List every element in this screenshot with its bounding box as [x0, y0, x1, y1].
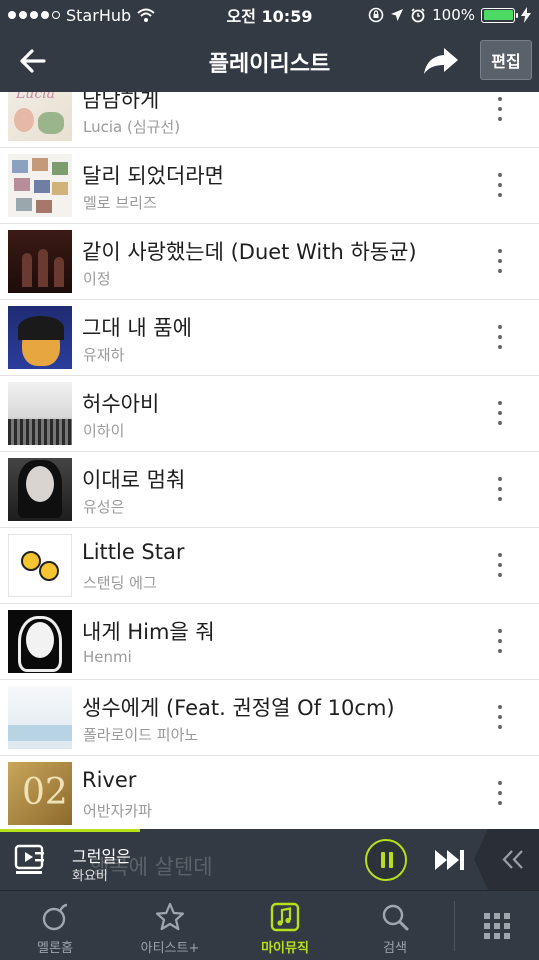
tab-label: 멜론홈: [37, 941, 73, 956]
album-art-text: Lucia: [16, 92, 55, 102]
song-row[interactable]: Little Star 스탠딩 에그: [0, 528, 539, 604]
rotation-lock-icon: [368, 7, 384, 23]
wifi-icon: [137, 8, 155, 22]
double-chevron-left-icon: [502, 850, 523, 869]
song-artist: 멜로 브리즈: [83, 194, 157, 212]
star-icon: [155, 902, 185, 931]
song-title: 내게 Him을 줘: [82, 620, 215, 644]
battery-percent: 100%: [432, 6, 475, 24]
playback-progress: [0, 829, 141, 832]
album-art: [8, 534, 72, 597]
song-title: 허수아비: [82, 392, 160, 416]
search-icon: [382, 904, 409, 931]
arrow-left-icon: [20, 49, 46, 73]
more-options-icon[interactable]: [488, 550, 512, 580]
album-art: [8, 230, 72, 293]
back-button[interactable]: [14, 44, 54, 78]
song-row[interactable]: 같이 사랑했는데 (Duet With 하동균) 이정: [0, 224, 539, 300]
album-art: [8, 686, 72, 749]
location-arrow-icon: [391, 9, 404, 21]
collapse-player-button[interactable]: [474, 829, 539, 890]
navigation-bar: 플레이리스트 편집: [0, 30, 539, 92]
playlist[interactable]: Lucia 담담하게 Lucia (심규선) 달리 되었더라면 멜로 브리즈 같…: [0, 92, 539, 829]
song-artist: 폴라로이드 피아노: [83, 726, 199, 744]
share-arrow-icon: [424, 48, 458, 74]
song-row[interactable]: 달리 되었더라면 멜로 브리즈: [0, 148, 539, 224]
more-options-icon[interactable]: [488, 246, 512, 276]
album-art: [8, 610, 72, 673]
mini-player[interactable]: 행복에 살텐데 그런일은 화요비: [0, 829, 539, 890]
tab-label: 마이뮤직: [261, 941, 309, 956]
status-bar: StarHub 오전 10:59 100%: [0, 0, 539, 30]
song-artist: 유재하: [83, 346, 125, 364]
tab-artist-plus[interactable]: 아티스트+: [130, 891, 210, 960]
tab-my-music[interactable]: 마이뮤직: [250, 891, 320, 960]
now-playing-title: 그런일은: [72, 847, 131, 866]
song-title: 그대 내 품에: [82, 316, 192, 340]
album-art-text: 02: [22, 772, 68, 813]
song-row[interactable]: Lucia 담담하게 Lucia (심규선): [0, 92, 539, 148]
more-options-icon[interactable]: [488, 474, 512, 504]
album-art: [8, 154, 72, 217]
song-title: Little Star: [82, 540, 185, 564]
song-row[interactable]: 02 River 어반자카파: [0, 756, 539, 829]
tab-label: 검색: [383, 941, 407, 956]
more-options-icon[interactable]: [488, 94, 512, 124]
song-title: River: [82, 768, 137, 792]
playlist-content: Lucia 담담하게 Lucia (심규선) 달리 되었더라면 멜로 브리즈 같…: [0, 92, 539, 829]
tab-melon-home[interactable]: 멜론홈: [20, 891, 90, 960]
status-left: StarHub: [8, 6, 188, 25]
song-artist: 어반자카파: [83, 802, 153, 820]
album-art: [8, 382, 72, 445]
song-artist: 이하이: [83, 422, 125, 440]
song-row[interactable]: 이대로 멈춰 유성은: [0, 452, 539, 528]
tab-divider: [454, 901, 455, 951]
album-art: [8, 306, 72, 369]
more-options-icon[interactable]: [488, 702, 512, 732]
song-artist: 이정: [83, 270, 111, 288]
more-options-icon[interactable]: [488, 778, 512, 808]
menu-grid-icon[interactable]: [484, 913, 510, 939]
song-title: 생수에게 (Feat. 권정열 Of 10cm): [82, 696, 395, 720]
album-art: [8, 458, 72, 521]
share-button[interactable]: [420, 44, 462, 78]
charging-bolt-icon: [521, 7, 531, 23]
pause-button[interactable]: [365, 839, 407, 881]
next-track-button[interactable]: [432, 847, 468, 873]
more-options-icon[interactable]: [488, 322, 512, 352]
more-options-icon[interactable]: [488, 170, 512, 200]
edit-button[interactable]: 편집: [480, 40, 532, 80]
skip-next-icon: [435, 850, 464, 870]
tab-label: 아티스트+: [140, 941, 200, 956]
tab-search[interactable]: 검색: [360, 891, 430, 960]
more-options-icon[interactable]: [488, 398, 512, 428]
song-title: 담담하게: [82, 92, 160, 112]
song-row[interactable]: 그대 내 품에 유재하: [0, 300, 539, 376]
song-row[interactable]: 생수에게 (Feat. 권정열 Of 10cm) 폴라로이드 피아노: [0, 680, 539, 756]
album-art: Lucia: [8, 92, 72, 141]
tab-bar: 멜론홈 아티스트+ 마이뮤직 검색: [0, 890, 539, 960]
song-artist: 유성은: [83, 498, 125, 516]
album-art: 02: [8, 762, 72, 825]
more-options-icon[interactable]: [488, 626, 512, 656]
song-title: 달리 되었더라면: [82, 164, 224, 188]
playlist-toggle-button[interactable]: [14, 843, 48, 875]
melon-icon: [42, 903, 68, 931]
carrier-name: StarHub: [66, 5, 132, 25]
song-title: 이대로 멈춰: [82, 468, 186, 492]
song-artist: 스탠딩 에그: [83, 574, 157, 592]
song-row[interactable]: 허수아비 이하이: [0, 376, 539, 452]
song-artist: Lucia (심규선): [83, 118, 181, 136]
playlist-queue-icon: [14, 844, 44, 874]
signal-dots-icon: [8, 11, 60, 19]
status-right: 100%: [368, 6, 531, 24]
alarm-clock-icon: [411, 8, 425, 23]
music-note-icon: [270, 902, 300, 932]
now-playing-artist: 화요비: [72, 869, 108, 884]
song-title: 같이 사랑했는데 (Duet With 하동균): [82, 240, 417, 264]
song-row[interactable]: 내게 Him을 줘 Henmi: [0, 604, 539, 680]
song-artist: Henmi: [83, 648, 132, 666]
battery-icon: [481, 7, 518, 23]
